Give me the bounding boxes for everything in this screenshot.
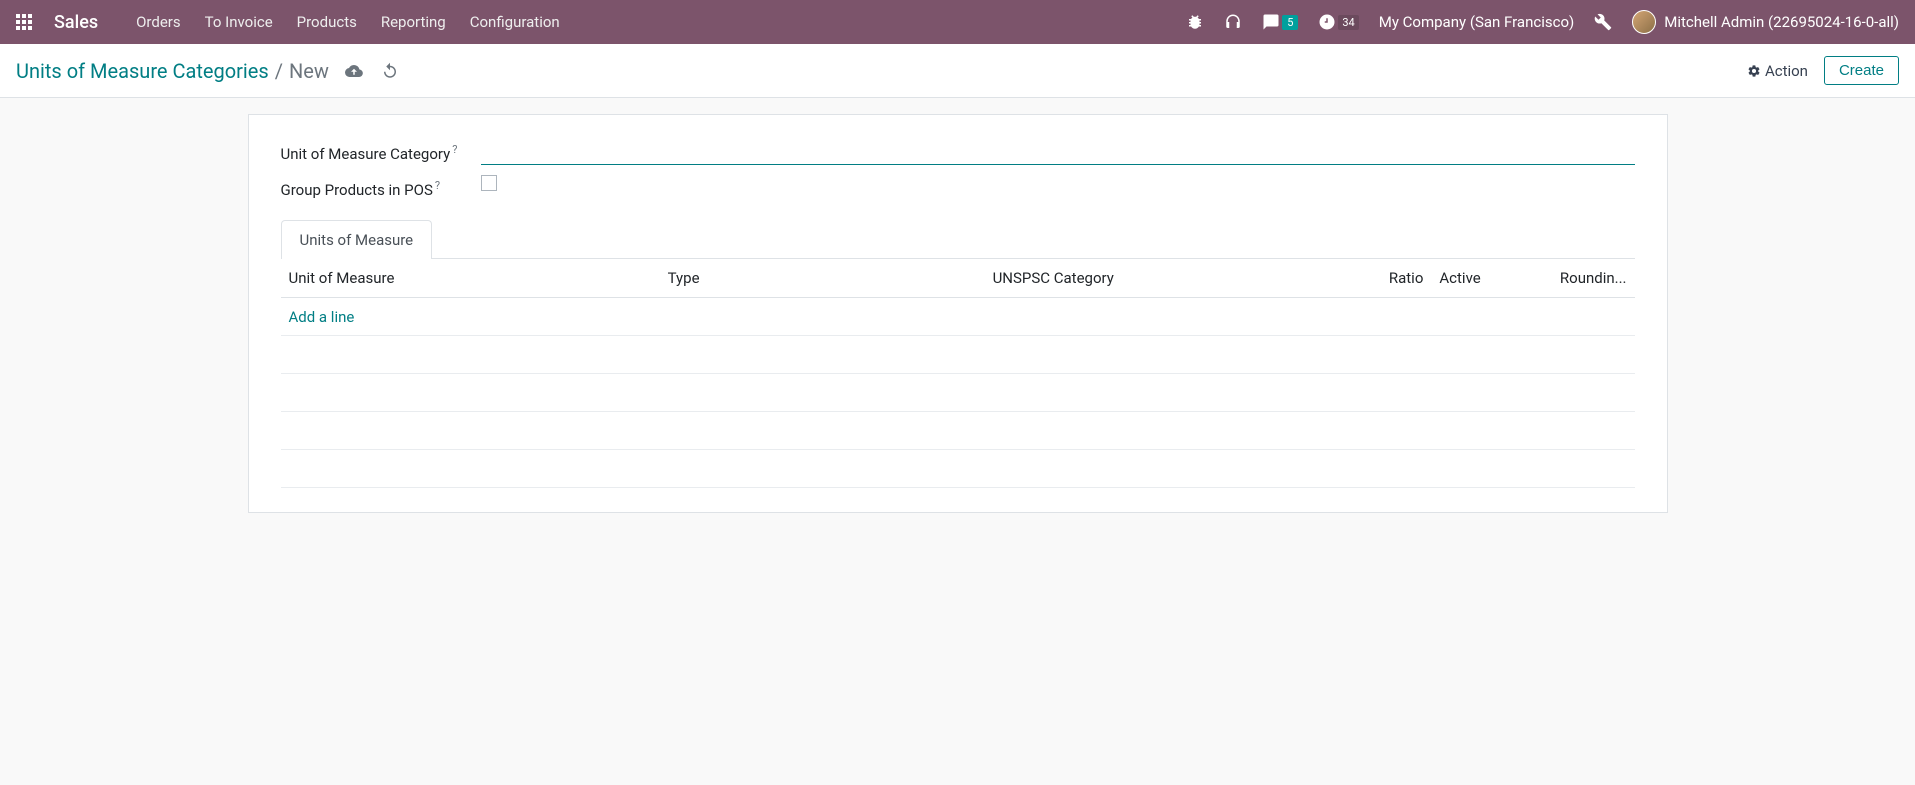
user-name: Mitchell Admin (22695024-16-0-all) bbox=[1664, 13, 1899, 31]
breadcrumb-parent[interactable]: Units of Measure Categories bbox=[16, 59, 269, 83]
col-unspsc[interactable]: UNSPSC Category bbox=[985, 259, 1337, 298]
messages-badge: 5 bbox=[1282, 15, 1298, 30]
debug-icon[interactable] bbox=[1186, 13, 1204, 31]
table-row bbox=[281, 450, 1635, 488]
user-menu[interactable]: Mitchell Admin (22695024-16-0-all) bbox=[1632, 10, 1899, 34]
action-label: Action bbox=[1765, 62, 1808, 80]
col-uom[interactable]: Unit of Measure bbox=[281, 259, 660, 298]
help-icon[interactable]: ? bbox=[435, 179, 440, 192]
tab-units-of-measure[interactable]: Units of Measure bbox=[281, 220, 433, 259]
table-row bbox=[281, 374, 1635, 412]
control-panel: Units of Measure Categories / New Action… bbox=[0, 44, 1915, 98]
breadcrumb-sep: / bbox=[275, 59, 283, 83]
breadcrumb: Units of Measure Categories / New bbox=[16, 59, 329, 83]
form-sheet: Unit of Measure Category? Group Products… bbox=[248, 114, 1668, 513]
action-button[interactable]: Action bbox=[1747, 62, 1808, 80]
nav-orders[interactable]: Orders bbox=[136, 13, 181, 31]
cloud-save-icon[interactable] bbox=[345, 62, 363, 80]
nav-to-invoice[interactable]: To Invoice bbox=[205, 13, 273, 31]
nav-menu: Orders To Invoice Products Reporting Con… bbox=[136, 13, 560, 31]
nav-products[interactable]: Products bbox=[297, 13, 357, 31]
activities-badge: 34 bbox=[1338, 15, 1358, 30]
table-row: Add a line bbox=[281, 298, 1635, 336]
activities-icon[interactable]: 34 bbox=[1318, 13, 1358, 31]
discard-icon[interactable] bbox=[381, 62, 399, 80]
table-row bbox=[281, 336, 1635, 374]
col-active[interactable]: Active bbox=[1431, 259, 1526, 298]
apps-icon[interactable] bbox=[16, 14, 32, 30]
tools-icon[interactable] bbox=[1594, 13, 1612, 31]
pos-label: Group Products in POS? bbox=[281, 175, 481, 199]
avatar bbox=[1632, 10, 1656, 34]
create-button[interactable]: Create bbox=[1824, 56, 1899, 85]
add-line-button[interactable]: Add a line bbox=[289, 308, 355, 326]
help-icon[interactable]: ? bbox=[452, 143, 457, 156]
category-input[interactable] bbox=[481, 139, 1635, 165]
company-selector[interactable]: My Company (San Francisco) bbox=[1379, 13, 1574, 31]
col-ratio[interactable]: Ratio bbox=[1337, 259, 1432, 298]
uom-table: Unit of Measure Type UNSPSC Category Rat… bbox=[281, 259, 1635, 488]
table-row bbox=[281, 412, 1635, 450]
messages-icon[interactable]: 5 bbox=[1262, 13, 1298, 31]
breadcrumb-current: New bbox=[289, 59, 329, 83]
support-icon[interactable] bbox=[1224, 13, 1242, 31]
nav-configuration[interactable]: Configuration bbox=[470, 13, 560, 31]
col-rounding[interactable]: Roundin... bbox=[1526, 259, 1634, 298]
category-label: Unit of Measure Category? bbox=[281, 139, 481, 163]
app-brand[interactable]: Sales bbox=[54, 12, 98, 33]
col-type[interactable]: Type bbox=[660, 259, 985, 298]
nav-reporting[interactable]: Reporting bbox=[381, 13, 446, 31]
navbar: Sales Orders To Invoice Products Reporti… bbox=[0, 0, 1915, 44]
pos-checkbox[interactable] bbox=[481, 175, 497, 191]
